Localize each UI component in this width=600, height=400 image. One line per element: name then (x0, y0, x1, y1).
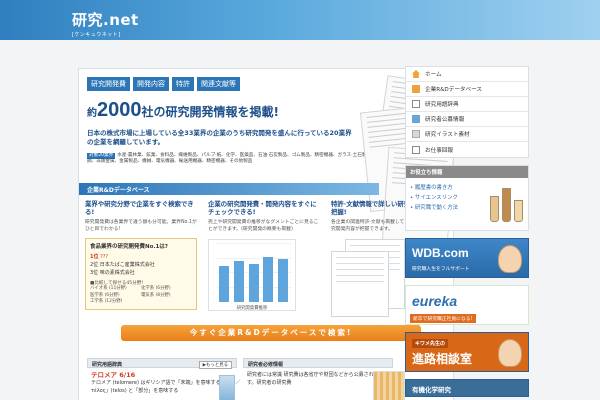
info-header: 研究者必修情報 (243, 358, 393, 368)
tag-literature: 関連文献等 (197, 77, 240, 91)
sidebar-item-label: 研究用語辞典 (425, 102, 459, 108)
sidebar-item-contact[interactable]: お仕事回報 (406, 142, 528, 157)
mascot-icon (498, 245, 522, 273)
chart-bar (219, 266, 229, 302)
banner-title: WDB.com (412, 246, 469, 260)
sidebar-item-glossary[interactable]: 研究用語辞典 (406, 97, 528, 112)
help-box: お役立ち情報 履歴書の書き方 サイエンスリンク 研究職で動く方法 (405, 165, 529, 231)
teacher-icon (498, 339, 522, 367)
logo-subtitle: [ケンキュウネット] (72, 32, 121, 38)
career-banner[interactable]: キワメ先生の 進路相談室 (405, 332, 529, 372)
sidebar-item-label: お仕事回報 (425, 147, 453, 154)
chart-bar (233, 261, 244, 302)
industries-text: 水産·農林業、鉱業、食料品、繊維製品、パルプ·紙、化学、医薬品、石油·石炭製品、… (87, 153, 381, 165)
chart-caption: 研究開発費推移 (236, 306, 268, 311)
hero-subline: 日本の株式市場に上場している全33業界の企業のうち研究開発を盛んに行っている20… (87, 129, 352, 146)
sidebar-item-home[interactable]: ホーム (406, 67, 528, 82)
column-body: 研究開発費は各業界で違う額も分可能。業界No.1がひと目でわかる! (85, 220, 197, 232)
section-band: 企業R&Dデータベース (79, 183, 379, 195)
column-body: 売上や研究開発費の推移がなグメントごとに見ることができます。(研究開発の概要も掲… (208, 220, 319, 232)
chart-bar (278, 259, 289, 302)
sidebar-item-job-postings[interactable]: 研究者公募情報 (406, 112, 528, 127)
flask-image (490, 186, 524, 222)
banner-title: 進路相談室 (412, 352, 473, 366)
hero-headline: 約2000社の研究開発情報を掲載! (87, 99, 279, 122)
mail-icon (412, 145, 420, 154)
banner-tag: キワメ先生の (412, 339, 449, 348)
column-title: 企業の研究開発費・開発内容をすぐにチェックできる! (208, 200, 317, 216)
test-tube-image (219, 375, 235, 400)
headline-number: 2000 (97, 99, 142, 121)
top-banner: 研究.net [ケンキュウネット] (0, 0, 600, 40)
info-title: 研究者必修情報 (248, 362, 284, 368)
ranking-row: 1位 ??? (90, 254, 109, 260)
feature-tags: 研究開発費 開発内容 特許 関連文献等 (87, 77, 240, 91)
sidebar-item-label: 研究者公募情報 (425, 117, 465, 123)
glossary-title: 研究用語辞典 (92, 362, 123, 368)
banner-title: eureka (412, 293, 458, 309)
more-link[interactable]: ▶もっと見る (198, 360, 232, 369)
help-title: お役立ち情報 (406, 166, 528, 178)
sidebar-item-label: ホーム (425, 72, 442, 78)
rd-cost-chart: 研究開発費推移 (208, 239, 296, 311)
field-grid: バイオ系 (11分野) 化学系 (6分野) 医学系 (6分野) 電気系 (8分野… (90, 286, 171, 304)
home-icon (412, 70, 420, 78)
ranking-row: 2位 日本たばこ産業株式会社 (90, 262, 155, 268)
pen-icon (412, 130, 420, 138)
industries-list: 対象20業界 水産·農林業、鉱業、食料品、繊維製品、パルプ·紙、化学、医薬品、石油… (87, 153, 387, 166)
ranking-row: 3位 味の素株式会社 (90, 270, 135, 276)
wdb-banner[interactable]: WDB.com 研究職人生をフルサポート (405, 238, 529, 278)
banner-subtitle: 新卒で研究職正社員になる! (410, 314, 476, 323)
eureka-banner[interactable]: eureka 新卒で研究職正社員になる! (405, 285, 529, 325)
tag-patent: 特許 (172, 77, 194, 91)
rd-database-promo: 研究開発費 開発内容 特許 関連文献等 約2000社の研究開発情報を掲載! 日本… (78, 68, 455, 400)
banner-subtitle: 研究職人生をフルサポート (412, 267, 470, 272)
banner-title: 有機化学研究 (412, 387, 451, 394)
sidebar-item-label: 企業R&Dデータベース (425, 87, 483, 93)
chart-gridline (217, 243, 291, 244)
chart-bar (263, 256, 274, 302)
column-title: 業界や研究分野で企業をすぐ検索できる! (85, 200, 194, 216)
book-icon (412, 100, 420, 108)
site-logo[interactable]: 研究.net [ケンキュウネット] (72, 9, 139, 38)
logo-title: 研究.net (72, 11, 139, 29)
search-database-button[interactable]: 今すぐ企業R&Dデータベースで検索! (121, 325, 421, 341)
lab-image (373, 371, 405, 400)
help-body: 履歴書の書き方 サイエンスリンク 研究職で動く方法 (406, 178, 528, 230)
chart-bar (248, 263, 259, 302)
folder-icon (412, 85, 420, 93)
ranking-box: 食品業界の研究開発費No.1は? 1位 ??? 2位 日本たばこ産業株式会社 3… (85, 238, 197, 310)
tag-rd-content: 開発内容 (133, 77, 169, 91)
sidebar-item-rd-database[interactable]: 企業R&Dデータベース (406, 82, 528, 97)
headline-text: 社の研究開発情報を掲載! (141, 105, 279, 119)
sidebar-item-illustrations[interactable]: 研究イラスト素材 (406, 127, 528, 142)
office-icon (412, 115, 420, 123)
organic-chem-banner[interactable]: 有機化学研究 (405, 379, 529, 397)
glossary-header: 研究用語辞典 ▶もっと見る (87, 358, 237, 369)
doc-sheet (331, 251, 389, 317)
ranking-title: 食品業界の研究開発費No.1は? (90, 244, 168, 250)
sidebar-nav: ホーム 企業R&Dデータベース 研究用語辞典 研究者公募情報 研究イラスト素材 … (405, 66, 529, 158)
sidebar-item-label: 研究イラスト素材 (425, 132, 470, 138)
sidebar: ホーム 企業R&Dデータベース 研究用語辞典 研究者公募情報 研究イラスト素材 … (405, 66, 529, 397)
headline-prefix: 約 (87, 108, 97, 119)
tag-rd-cost: 研究開発費 (87, 77, 130, 91)
